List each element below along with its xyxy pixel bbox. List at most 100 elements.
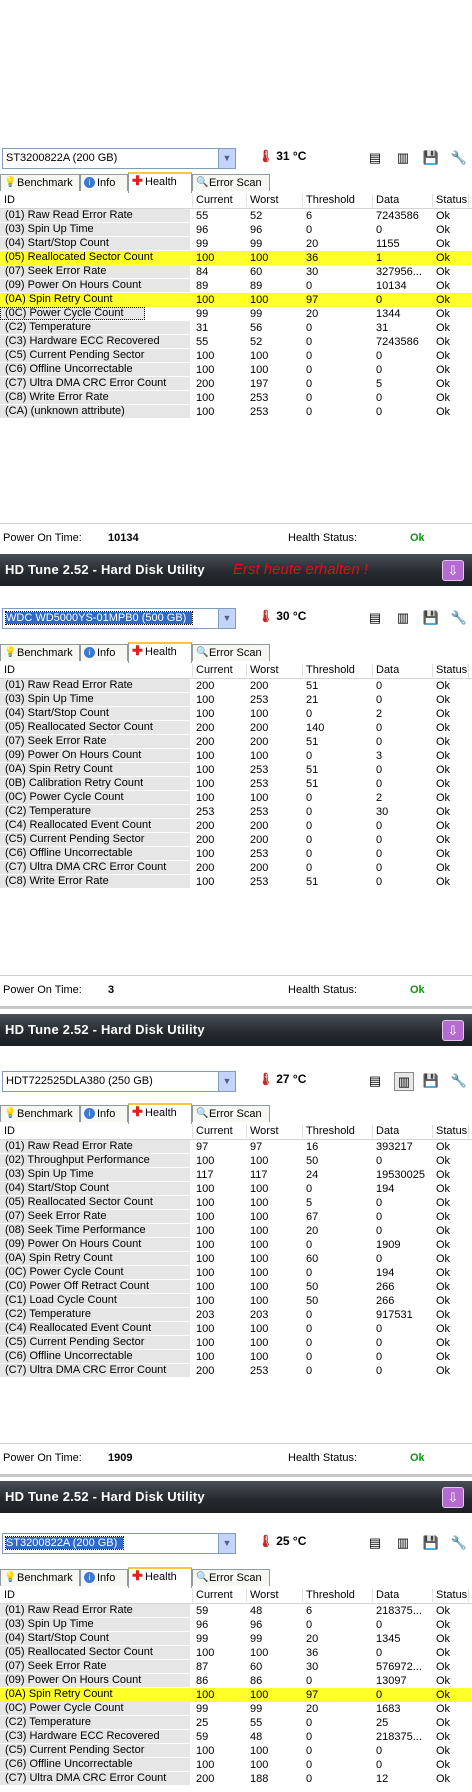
copy-icon[interactable]: ▤ bbox=[366, 1072, 384, 1089]
tab-health[interactable]: ✚ Health bbox=[128, 642, 192, 663]
tab-error-scan[interactable]: 🔍 Error Scan bbox=[192, 174, 270, 191]
table-row[interactable]: (01) Raw Read Error Rate 97 97 16 393217 Ok bbox=[0, 1140, 472, 1154]
table-row[interactable]: (07) Seek Error Rate 84 60 30 327956... Ok bbox=[0, 265, 472, 279]
tab-info[interactable]: i Info bbox=[80, 1569, 128, 1586]
column-header-threshold[interactable]: Threshold bbox=[306, 1589, 373, 1602]
table-row[interactable]: (C6) Offline Uncorrectable 100 100 0 0 Ok bbox=[0, 363, 472, 377]
options-icon[interactable]: 🔧 bbox=[450, 609, 468, 626]
tab-benchmark[interactable]: 💡 Benchmark bbox=[0, 644, 80, 661]
table-row[interactable]: (C7) Ultra DMA CRC Error Count 200 200 0 0 Ok bbox=[0, 861, 472, 875]
column-header-status[interactable]: Status bbox=[436, 1125, 469, 1138]
table-row[interactable]: (07) Seek Error Rate 100 100 67 0 Ok bbox=[0, 1210, 472, 1224]
copy-info-icon[interactable]: ▥ bbox=[394, 1072, 414, 1091]
table-row[interactable]: (05) Reallocated Sector Count 100 100 36 0 Ok bbox=[0, 1646, 472, 1660]
save-icon[interactable]: 💾 bbox=[422, 149, 440, 166]
tab-health[interactable]: ✚ Health bbox=[128, 1103, 192, 1124]
column-header-status[interactable]: Status bbox=[436, 1589, 469, 1602]
table-row[interactable]: (04) Start/Stop Count 99 99 20 1155 Ok bbox=[0, 237, 472, 251]
table-row[interactable]: (05) Reallocated Sector Count 100 100 5 0 Ok bbox=[0, 1196, 472, 1210]
chevron-down-icon[interactable]: ▼ bbox=[218, 149, 235, 168]
table-row[interactable]: (C2) Temperature 253 253 0 30 Ok bbox=[0, 805, 472, 819]
table-row[interactable]: (C5) Current Pending Sector 200 200 0 0 Ok bbox=[0, 833, 472, 847]
table-row[interactable]: (C7) Ultra DMA CRC Error Count 200 188 0 12 O… bbox=[0, 1772, 472, 1786]
table-row[interactable]: (C7) Ultra DMA CRC Error Count 200 253 0 0 Ok bbox=[0, 1364, 472, 1378]
table-row[interactable]: (C0) Power Off Retract Count 100 100 50 266 O… bbox=[0, 1280, 472, 1294]
table-row[interactable]: (03) Spin Up Time 96 96 0 0 Ok bbox=[0, 223, 472, 237]
table-row[interactable]: (C7) Ultra DMA CRC Error Count 200 197 0 5 Ok bbox=[0, 377, 472, 391]
tab-error-scan[interactable]: 🔍 Error Scan bbox=[192, 644, 270, 661]
column-header-worst[interactable]: Worst bbox=[250, 194, 303, 207]
table-row[interactable]: (C5) Current Pending Sector 100 100 0 0 Ok bbox=[0, 1744, 472, 1758]
table-row[interactable]: (08) Seek Time Performance 100 100 20 0 Ok bbox=[0, 1224, 472, 1238]
table-row[interactable]: (0A) Spin Retry Count 100 253 51 0 Ok bbox=[0, 763, 472, 777]
column-header-current[interactable]: Current bbox=[196, 1589, 247, 1602]
copy-icon[interactable]: ▤ bbox=[366, 149, 384, 166]
chevron-down-icon[interactable]: ▼ bbox=[218, 1072, 235, 1091]
minimize-button[interactable]: ⇩ bbox=[442, 1487, 464, 1508]
drive-select[interactable]: ST3200822A (200 GB) ▼ bbox=[2, 148, 236, 169]
chevron-down-icon[interactable]: ▼ bbox=[218, 1534, 235, 1553]
table-row[interactable]: (C8) Write Error Rate 100 253 0 0 Ok bbox=[0, 391, 472, 405]
copy-icon[interactable]: ▤ bbox=[366, 609, 384, 626]
column-header-current[interactable]: Current bbox=[196, 194, 247, 207]
table-row[interactable]: (C1) Load Cycle Count 100 100 50 266 Ok bbox=[0, 1294, 472, 1308]
copy-info-icon[interactable]: ▥ bbox=[394, 1534, 412, 1551]
table-row[interactable]: (09) Power On Hours Count 100 100 0 1909 Ok bbox=[0, 1238, 472, 1252]
column-header-current[interactable]: Current bbox=[196, 664, 247, 677]
chevron-down-icon[interactable]: ▼ bbox=[218, 609, 235, 628]
table-row[interactable]: (07) Seek Error Rate 87 60 30 576972... Ok bbox=[0, 1660, 472, 1674]
table-row[interactable]: (C2) Temperature 31 56 0 31 Ok bbox=[0, 321, 472, 335]
copy-info-icon[interactable]: ▥ bbox=[394, 609, 412, 626]
tab-info[interactable]: i Info bbox=[80, 644, 128, 661]
minimize-button[interactable]: ⇩ bbox=[442, 560, 464, 581]
tab-info[interactable]: i Info bbox=[80, 174, 128, 191]
options-icon[interactable]: 🔧 bbox=[450, 1072, 468, 1089]
table-row[interactable]: (01) Raw Read Error Rate 200 200 51 0 Ok bbox=[0, 679, 472, 693]
drive-select[interactable]: HDT722525DLA380 (250 GB) ▼ bbox=[2, 1071, 236, 1092]
tab-health[interactable]: ✚ Health bbox=[128, 172, 192, 193]
options-icon[interactable]: 🔧 bbox=[450, 149, 468, 166]
column-header-data[interactable]: Data bbox=[376, 664, 433, 677]
column-header-data[interactable]: Data bbox=[376, 1125, 433, 1138]
table-row[interactable]: (0A) Spin Retry Count 100 100 60 0 Ok bbox=[0, 1252, 472, 1266]
table-row[interactable]: (04) Start/Stop Count 100 100 0 2 Ok bbox=[0, 707, 472, 721]
table-row[interactable]: (0A) Spin Retry Count 100 100 97 0 Ok bbox=[0, 1688, 472, 1702]
table-row[interactable]: (05) Reallocated Sector Count 100 100 36 1 Ok bbox=[0, 251, 472, 265]
table-row[interactable]: (0C) Power Cycle Count 99 99 20 1683 Ok bbox=[0, 1702, 472, 1716]
table-row[interactable]: (0C) Power Cycle Count 100 100 0 194 Ok bbox=[0, 1266, 472, 1280]
column-header-id[interactable]: ID bbox=[4, 1125, 193, 1138]
copy-icon[interactable]: ▤ bbox=[366, 1534, 384, 1551]
tab-health[interactable]: ✚ Health bbox=[128, 1567, 192, 1588]
table-row[interactable]: (0C) Power Cycle Count 100 100 0 2 Ok bbox=[0, 791, 472, 805]
column-header-threshold[interactable]: Threshold bbox=[306, 194, 373, 207]
table-row[interactable]: (C4) Reallocated Event Count 200 200 0 0 Ok bbox=[0, 819, 472, 833]
column-header-data[interactable]: Data bbox=[376, 1589, 433, 1602]
table-row[interactable]: (05) Reallocated Sector Count 200 200 140 0 O… bbox=[0, 721, 472, 735]
column-header-id[interactable]: ID bbox=[4, 664, 193, 677]
copy-info-icon[interactable]: ▥ bbox=[394, 149, 412, 166]
table-row[interactable]: (03) Spin Up Time 117 117 24 19530025 Ok bbox=[0, 1168, 472, 1182]
table-row[interactable]: (C2) Temperature 25 55 0 25 Ok bbox=[0, 1716, 472, 1730]
save-icon[interactable]: 💾 bbox=[422, 1072, 440, 1089]
table-row[interactable]: (0A) Spin Retry Count 100 100 97 0 Ok bbox=[0, 293, 472, 307]
column-header-data[interactable]: Data bbox=[376, 194, 433, 207]
minimize-button[interactable]: ⇩ bbox=[442, 1020, 464, 1041]
table-row[interactable]: (C4) Reallocated Event Count 100 100 0 0 Ok bbox=[0, 1322, 472, 1336]
save-icon[interactable]: 💾 bbox=[422, 609, 440, 626]
column-header-worst[interactable]: Worst bbox=[250, 1589, 303, 1602]
column-header-status[interactable]: Status bbox=[436, 664, 469, 677]
table-row[interactable]: (03) Spin Up Time 100 253 21 0 Ok bbox=[0, 693, 472, 707]
column-header-threshold[interactable]: Threshold bbox=[306, 1125, 373, 1138]
column-header-id[interactable]: ID bbox=[4, 194, 193, 207]
column-header-id[interactable]: ID bbox=[4, 1589, 193, 1602]
save-icon[interactable]: 💾 bbox=[422, 1534, 440, 1551]
table-row[interactable]: (01) Raw Read Error Rate 59 48 6 218375... Ok bbox=[0, 1604, 472, 1618]
table-row[interactable]: (C5) Current Pending Sector 100 100 0 0 Ok bbox=[0, 1336, 472, 1350]
table-row[interactable]: (07) Seek Error Rate 200 200 51 0 Ok bbox=[0, 735, 472, 749]
table-row[interactable]: (C6) Offline Uncorrectable 100 253 0 0 Ok bbox=[0, 847, 472, 861]
tab-info[interactable]: i Info bbox=[80, 1105, 128, 1122]
table-row[interactable]: (C6) Offline Uncorrectable 100 100 0 0 Ok bbox=[0, 1758, 472, 1772]
table-row[interactable]: (CA) (unknown attribute) 100 253 0 0 Ok bbox=[0, 405, 472, 419]
tab-error-scan[interactable]: 🔍 Error Scan bbox=[192, 1105, 270, 1122]
table-row[interactable]: (0C) Power Cycle Count 99 99 20 1344 Ok bbox=[0, 307, 472, 321]
